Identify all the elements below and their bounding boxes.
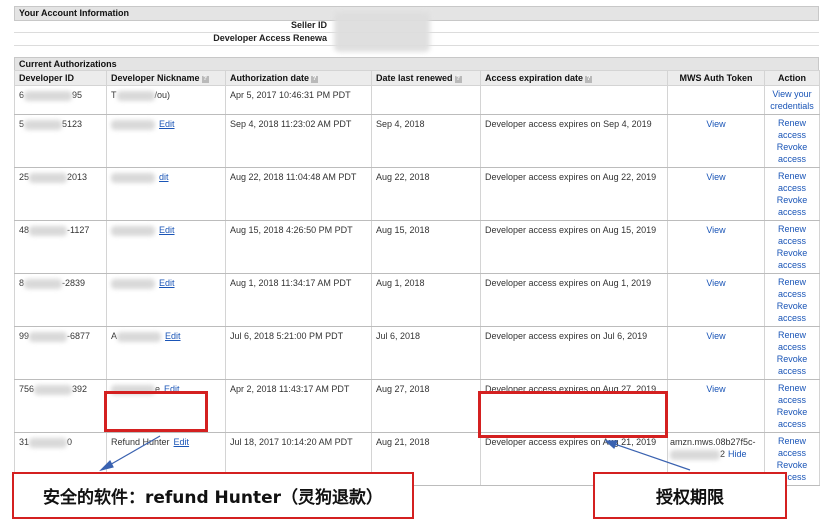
arrow-right-line — [605, 440, 691, 471]
arrow-left-head — [99, 459, 114, 472]
arrow-right-head — [604, 440, 618, 449]
annotation-arrows — [99, 435, 691, 472]
callout-auth-period: 授权期限 — [593, 472, 787, 519]
callout-safe-software-text: 安全的软件：refund Hunter（灵狗退款） — [42, 488, 384, 508]
callout-safe-software: 安全的软件：refund Hunter（灵狗退款） — [12, 472, 414, 519]
callout-auth-period-text: 授权期限 — [656, 488, 724, 508]
